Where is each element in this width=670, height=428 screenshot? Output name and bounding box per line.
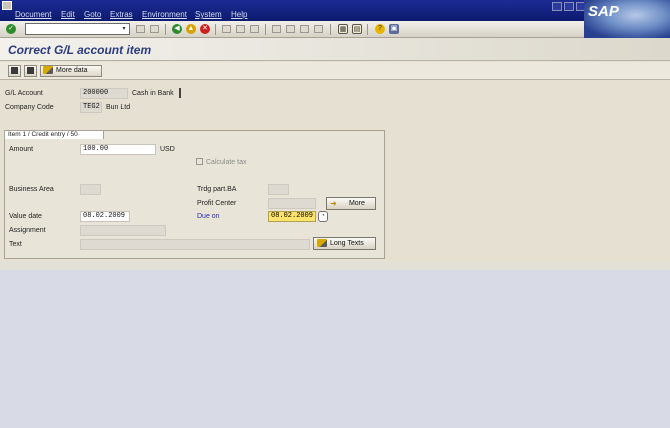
minimize-button[interactable] bbox=[552, 2, 562, 11]
pencil-icon bbox=[43, 66, 53, 75]
find-next-icon[interactable] bbox=[250, 25, 259, 33]
history-back-icon[interactable] bbox=[136, 25, 145, 33]
sap-logo-text: SAP bbox=[588, 3, 619, 20]
text-cursor-icon bbox=[179, 88, 181, 98]
more-label: More bbox=[348, 200, 365, 207]
maximize-button[interactable] bbox=[564, 2, 574, 11]
calculate-tax-label: Calculate tax bbox=[206, 159, 247, 166]
menu-environment[interactable]: Environment bbox=[142, 10, 187, 19]
first-page-icon[interactable] bbox=[272, 25, 281, 33]
gl-account-text: Cash in Bank bbox=[132, 90, 174, 97]
command-field[interactable]: ▾ bbox=[25, 23, 130, 35]
currency-text: USD bbox=[160, 146, 175, 153]
business-area-field[interactable] bbox=[80, 184, 101, 195]
business-area-label: Business Area bbox=[9, 186, 54, 193]
enter-icon[interactable]: ✓ bbox=[6, 24, 16, 34]
toolbar-separator bbox=[330, 24, 331, 35]
cancel-icon[interactable]: ✕ bbox=[200, 24, 210, 34]
text-label: Text bbox=[9, 241, 22, 248]
item-tab: Item 1 / Credit entry / 50 bbox=[4, 130, 104, 139]
value-date-field[interactable]: 08.02.2009 bbox=[80, 211, 130, 222]
back-icon[interactable]: ◀ bbox=[172, 24, 182, 34]
company-code-text: Bun Ltd bbox=[106, 104, 131, 111]
assignment-field[interactable] bbox=[80, 225, 166, 236]
menu-goto[interactable]: Goto bbox=[84, 10, 101, 19]
print-icon[interactable] bbox=[222, 25, 231, 33]
last-page-icon[interactable] bbox=[314, 25, 323, 33]
text-field[interactable] bbox=[80, 239, 310, 250]
trdg-part-field[interactable] bbox=[268, 184, 289, 195]
menu-edit[interactable]: Edit bbox=[61, 10, 75, 19]
due-on-field[interactable]: 08.02.2009 bbox=[268, 211, 316, 222]
assignment-label: Assignment bbox=[9, 227, 46, 234]
prev-page-icon[interactable] bbox=[286, 25, 295, 33]
find-icon[interactable] bbox=[236, 25, 245, 33]
application-toolbar: More data bbox=[0, 62, 670, 80]
toolbar-separator bbox=[265, 24, 266, 35]
menu-document[interactable]: Document bbox=[15, 10, 51, 19]
amount-field[interactable]: 100.00 bbox=[80, 144, 156, 155]
more-data-label: More data bbox=[56, 67, 88, 74]
due-on-label: Due on bbox=[197, 213, 220, 220]
menu-extras[interactable]: Extras bbox=[110, 10, 133, 19]
trdg-part-label: Trdg part.BA bbox=[197, 186, 237, 193]
menu-help[interactable]: Help bbox=[231, 10, 247, 19]
more-button[interactable]: ➜ More bbox=[326, 197, 376, 210]
menu-system[interactable]: System bbox=[195, 10, 222, 19]
layout-icon[interactable]: ▣ bbox=[389, 24, 399, 34]
page-title: Correct G/L account item bbox=[8, 43, 152, 57]
shortcut-icon[interactable]: ▤ bbox=[352, 24, 362, 34]
profit-center-field[interactable] bbox=[268, 198, 316, 209]
toolbar-separator bbox=[367, 24, 368, 35]
chevron-down-icon[interactable]: ▾ bbox=[120, 25, 128, 33]
exit-icon[interactable]: ▲ bbox=[186, 24, 196, 34]
calculate-tax-checkbox[interactable] bbox=[196, 158, 203, 165]
help-icon[interactable]: ? bbox=[375, 24, 385, 34]
standard-toolbar: ✓ ▾ ◀ ▲ ✕ ▦ ▤ ? ▣ bbox=[0, 21, 584, 38]
company-code-field: TEG2 bbox=[80, 102, 102, 113]
toolbar-separator bbox=[215, 24, 216, 35]
more-data-button[interactable]: More data bbox=[40, 65, 102, 77]
save-icon[interactable] bbox=[8, 65, 21, 77]
gl-account-label: G/L Account bbox=[5, 90, 43, 97]
new-session-icon[interactable]: ▦ bbox=[338, 24, 348, 34]
gl-account-field: 200000 bbox=[80, 88, 128, 99]
long-texts-button[interactable]: Long Texts bbox=[313, 237, 376, 250]
profit-center-label: Profit Center bbox=[197, 200, 237, 207]
title-bar: Correct G/L account item bbox=[0, 38, 670, 61]
value-date-label: Value date bbox=[9, 213, 42, 220]
menu-bar: Document Edit Goto Extras Environment Sy… bbox=[0, 0, 670, 21]
save-icon[interactable] bbox=[150, 25, 159, 33]
system-menu-icon[interactable] bbox=[2, 1, 12, 10]
arrow-right-icon: ➜ bbox=[330, 198, 337, 208]
toolbar-separator bbox=[165, 24, 166, 35]
sap-logo: SAP bbox=[584, 0, 670, 38]
pencil-icon bbox=[317, 239, 327, 248]
amount-label: Amount bbox=[9, 146, 34, 153]
long-texts-label: Long Texts bbox=[330, 240, 364, 247]
document-icon[interactable] bbox=[24, 65, 37, 77]
empty-area bbox=[0, 270, 670, 428]
content-area-bottom bbox=[0, 262, 670, 270]
date-picker-icon[interactable]: ◔ bbox=[318, 211, 328, 222]
company-code-label: Company Code bbox=[5, 104, 54, 111]
next-page-icon[interactable] bbox=[300, 25, 309, 33]
